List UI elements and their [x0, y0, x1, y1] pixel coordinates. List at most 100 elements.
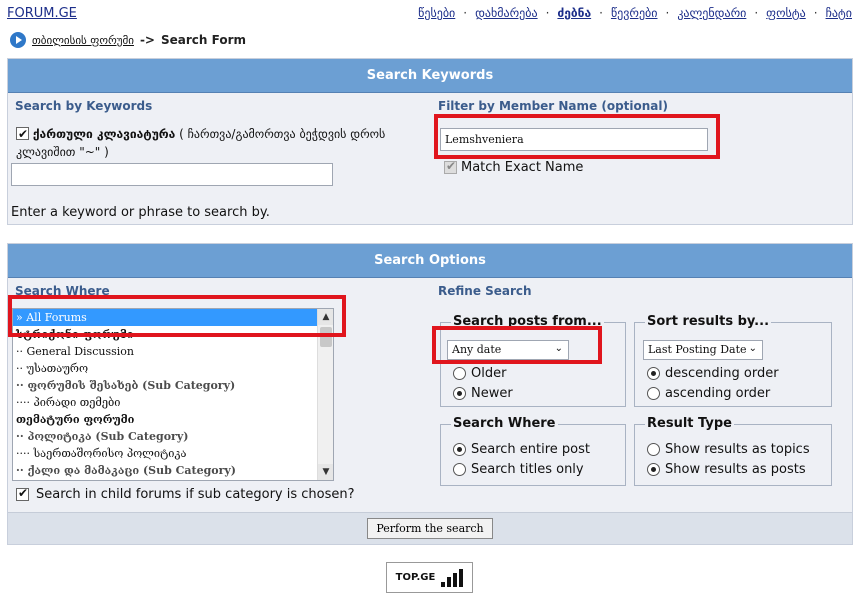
top-ge-badge[interactable]: TOP.GE: [386, 562, 473, 593]
badge-bar: [441, 581, 446, 587]
option-descending[interactable]: descending order: [647, 366, 779, 381]
nav-separator: ·: [665, 6, 670, 20]
nav-help[interactable]: დახმარება: [475, 6, 538, 20]
sort-select-value: Last Posting Date: [648, 343, 747, 356]
child-forums-row: Search in child forums if sub category i…: [16, 486, 355, 502]
option-newer-label: Newer: [471, 386, 513, 401]
scroll-up-icon[interactable]: ▲: [318, 309, 333, 325]
match-exact-row: Match Exact Name: [444, 159, 584, 175]
date-select[interactable]: Any date ⌄: [447, 340, 569, 360]
nav-separator: ·: [599, 6, 603, 20]
search-where-box: Search Where Search entire post Search t…: [440, 416, 626, 486]
radio-titles-only[interactable]: [453, 463, 466, 476]
search-where-heading: Search Where: [15, 284, 110, 298]
radio-ascending[interactable]: [647, 387, 660, 400]
option-topics-label: Show results as topics: [665, 442, 810, 457]
forum-list-item[interactable]: ·· ქალი და მამაკაცი (Sub Category): [13, 462, 318, 479]
submit-bar: Perform the search: [8, 512, 852, 544]
option-newer[interactable]: Newer: [453, 386, 513, 401]
option-ascending[interactable]: ascending order: [647, 386, 770, 401]
nav-search[interactable]: ძებნა: [557, 6, 591, 20]
option-entire-post-label: Search entire post: [471, 442, 591, 457]
search-where-legend: Search Where: [451, 416, 558, 431]
scroll-thumb[interactable]: [320, 327, 332, 347]
breadcrumb-separator: ->: [139, 33, 155, 47]
search-keywords-panel: Search Keywords Search by Keywords Filte…: [7, 58, 853, 225]
option-older-label: Older: [471, 366, 507, 381]
option-descending-label: descending order: [665, 366, 779, 381]
radio-descending[interactable]: [647, 367, 660, 380]
nav-mail[interactable]: ფოსტა: [766, 6, 806, 20]
result-type-box: Result Type Show results as topics Show …: [634, 416, 832, 486]
georgian-keyboard-checkbox[interactable]: [16, 125, 29, 143]
forum-list: » All Forums სტრიქონი ფორუმი ·· General Di…: [13, 309, 318, 479]
nav-separator: ·: [813, 6, 818, 20]
perform-search-button[interactable]: Perform the search: [367, 518, 493, 539]
forum-list-item[interactable]: ·· პოლიტიკა (Sub Category): [13, 428, 318, 445]
forum-list-item[interactable]: » All Forums: [13, 309, 318, 326]
forum-list-item[interactable]: ·· უსათაურო: [13, 360, 318, 377]
georgian-keyboard-row: ქართული კლავიატურა ( ჩართვა/გამორთვა ბეჭ…: [16, 125, 416, 161]
option-posts[interactable]: Show results as posts: [647, 462, 806, 477]
listbox-scrollbar[interactable]: ▲ ▼: [317, 309, 333, 480]
option-posts-label: Show results as posts: [665, 462, 806, 477]
match-exact-label: Match Exact Name: [461, 160, 584, 175]
option-older[interactable]: Older: [453, 366, 506, 381]
posts-from-box: Search posts from... Any date ⌄ Older Ne…: [440, 314, 626, 407]
breadcrumb-current: Search Form: [161, 33, 247, 47]
option-titles-only[interactable]: Search titles only: [453, 462, 584, 477]
option-titles-only-label: Search titles only: [471, 462, 584, 477]
radio-older[interactable]: [453, 367, 466, 380]
option-topics[interactable]: Show results as topics: [647, 442, 810, 457]
forum-list-item[interactable]: სტრიქონი ფორუმი: [13, 326, 318, 343]
site-title-link[interactable]: FORUM.GE: [7, 6, 77, 21]
sort-select[interactable]: Last Posting Date ⌄: [643, 340, 763, 360]
member-name-input[interactable]: Lemshveniera: [440, 128, 708, 151]
result-type-legend: Result Type: [645, 416, 734, 431]
match-exact-checkbox[interactable]: [444, 159, 457, 174]
breadcrumb-forum-link[interactable]: თბილისის ფორუმი: [32, 34, 134, 47]
radio-posts[interactable]: [647, 463, 660, 476]
play-arrow-icon: [10, 32, 26, 48]
chevron-down-icon: ⌄: [748, 343, 757, 354]
keyword-hint: Enter a keyword or phrase to search by.: [11, 205, 270, 220]
badge-bar: [453, 572, 458, 587]
option-entire-post[interactable]: Search entire post: [453, 442, 590, 457]
child-forums-checkbox[interactable]: [16, 486, 29, 501]
sort-by-legend: Sort results by...: [645, 314, 772, 329]
bar-chart-icon: [441, 568, 464, 587]
filter-member-heading: Filter by Member Name (optional): [438, 99, 669, 113]
top-bar: FORUM.GE წესები · დახმარება · ძებნა · წე…: [0, 0, 860, 30]
refine-search-heading: Refine Search: [438, 284, 532, 298]
nav-calendar[interactable]: კალენდარი: [677, 6, 746, 20]
forum-listbox[interactable]: » All Forums სტრიქონი ფორუმი ·· General Di…: [12, 308, 334, 481]
nav-separator: ·: [754, 6, 759, 20]
forum-list-item[interactable]: ···· საერთაშორისო პოლიტიკა: [13, 445, 318, 462]
nav-rules[interactable]: წესები: [418, 6, 455, 20]
badge-bar: [459, 568, 464, 587]
forum-list-item[interactable]: თემატური ფორუმი: [13, 411, 318, 428]
radio-topics[interactable]: [647, 443, 660, 456]
keyword-input[interactable]: [11, 163, 333, 186]
nav-members[interactable]: წევრები: [611, 6, 658, 20]
panel-title: Search Options: [8, 244, 852, 278]
child-forums-label: Search in child forums if sub category i…: [36, 487, 355, 502]
breadcrumb: თბილისის ფორუმი -> Search Form: [10, 32, 246, 48]
radio-entire-post[interactable]: [453, 443, 466, 456]
search-by-keywords-heading: Search by Keywords: [15, 99, 153, 113]
posts-from-legend: Search posts from...: [451, 314, 604, 329]
date-select-value: Any date: [452, 343, 502, 356]
nav-separator: ·: [463, 6, 468, 20]
scroll-down-icon[interactable]: ▼: [318, 464, 333, 480]
forum-list-item[interactable]: ·· ფორუმის შესახებ (Sub Category): [13, 377, 318, 394]
forum-list-item[interactable]: ···· პირადი თემები: [13, 394, 318, 411]
main-nav: წესები · დახმარება · ძებნა · წევრები · კ…: [418, 6, 852, 20]
badge-bar: [447, 576, 452, 587]
panel-title: Search Keywords: [8, 59, 852, 93]
nav-chat[interactable]: ჩატი: [826, 6, 852, 20]
top-ge-label: TOP.GE: [395, 572, 436, 583]
radio-newer[interactable]: [453, 387, 466, 400]
forum-list-item[interactable]: ·· General Discussion: [13, 343, 318, 360]
option-ascending-label: ascending order: [665, 386, 771, 401]
chevron-down-icon: ⌄: [554, 343, 563, 354]
